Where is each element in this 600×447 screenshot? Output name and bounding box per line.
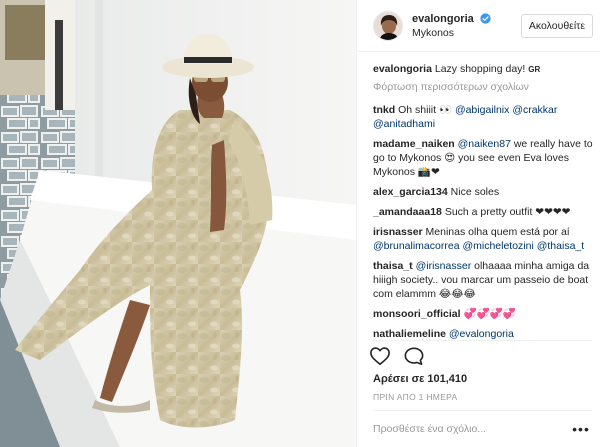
comment-items: tnkd Oh shiiit 👀 @abigailnix @crakkar @a… [373, 103, 593, 340]
post-caption: evalongoria Lazy shopping day! GR [373, 62, 593, 77]
likes-count[interactable]: Αρέσει σε 101,410 [373, 373, 467, 385]
header-text: evalongoria Mykonos [412, 12, 521, 40]
language-tag: GR [528, 65, 541, 74]
comment-bubble-icon[interactable] [403, 346, 427, 368]
heart-icon[interactable] [369, 346, 393, 368]
comment-item: tnkd Oh shiiit 👀 @abigailnix @crakkar @a… [373, 103, 593, 131]
mention-link[interactable]: @crakkar [512, 104, 557, 116]
comment-username[interactable]: _amandaaa18 [373, 206, 442, 218]
mention-link[interactable]: @thaisa_t [537, 240, 584, 252]
post-side-panel: evalongoria Mykonos Ακολουθείτε evalongo… [356, 0, 600, 447]
location-link[interactable]: Mykonos [412, 26, 521, 40]
comment-username[interactable]: irisnasser [373, 226, 423, 238]
post-timestamp[interactable]: ΠΡΙΝ ΑΠΟ 1 ΗΜΕΡΑ [373, 392, 457, 402]
comment-item: nathaliemeline @evalongoria ????????????… [373, 327, 593, 340]
comment-username[interactable]: tnkd [373, 104, 395, 116]
caption-text: Lazy shopping day! [434, 63, 526, 75]
post-header: evalongoria Mykonos Ακολουθείτε [357, 0, 600, 52]
comment-username[interactable]: madame_naiken [373, 138, 455, 150]
mention-link[interactable]: @brunalimacorrea [373, 240, 460, 252]
add-comment-bar: ••• [373, 410, 592, 447]
comment-text: Oh shiiit 👀 [398, 104, 455, 116]
post-image [0, 0, 356, 447]
comment-item: madame_naiken @naiken87 we really have t… [373, 137, 593, 179]
mention-link[interactable]: @irisnasser [416, 260, 472, 272]
comment-item: alex_garcia134 Nice soles [373, 185, 593, 199]
comment-username[interactable]: thaisa_t [373, 260, 413, 272]
comment-item: _amandaaa18 Such a pretty outfit ❤❤❤❤ [373, 205, 593, 219]
avatar[interactable] [373, 10, 403, 41]
comment-text: 💞💞💞💞 [463, 308, 516, 320]
comment-item: monsoori_official 💞💞💞💞 [373, 307, 593, 321]
comment-item: irisnasser Meninas olha quem está por aí… [373, 225, 593, 253]
comment-text: Nice soles [450, 186, 500, 198]
mention-link[interactable]: @micheletozini [462, 240, 533, 252]
comment-username[interactable]: monsoori_official [373, 308, 461, 320]
comment-text: Such a pretty outfit ❤❤❤❤ [444, 206, 571, 218]
load-more-comments-link[interactable]: Φόρτωση περισσότερων σχολίων [373, 80, 593, 94]
comment-username[interactable]: nathaliemeline [373, 328, 446, 340]
mention-link[interactable]: @naiken87 [458, 138, 511, 150]
comment-text: Meninas olha quem está por aí [425, 226, 570, 238]
divider [373, 340, 592, 341]
comment-username[interactable]: alex_garcia134 [373, 186, 448, 198]
author-username[interactable]: evalongoria [412, 13, 474, 25]
verified-badge-icon [480, 12, 491, 24]
post-photo[interactable] [0, 0, 356, 447]
instagram-post: evalongoria Mykonos Ακολουθείτε evalongo… [0, 0, 600, 447]
caption-username[interactable]: evalongoria [373, 63, 432, 75]
mention-link[interactable]: @anitadhami [373, 118, 435, 130]
post-actions [369, 346, 427, 368]
mention-link[interactable]: @evalongoria [449, 328, 514, 340]
mention-link[interactable]: @abigailnix [455, 104, 509, 116]
comments-list[interactable]: evalongoria Lazy shopping day! GR Φόρτωσ… [373, 62, 593, 340]
add-comment-input[interactable] [373, 423, 570, 435]
comment-item: thaisa_t @irisnasser olhaaaa minha amiga… [373, 259, 593, 301]
more-options-icon[interactable]: ••• [570, 419, 592, 439]
following-button[interactable]: Ακολουθείτε [520, 13, 593, 38]
